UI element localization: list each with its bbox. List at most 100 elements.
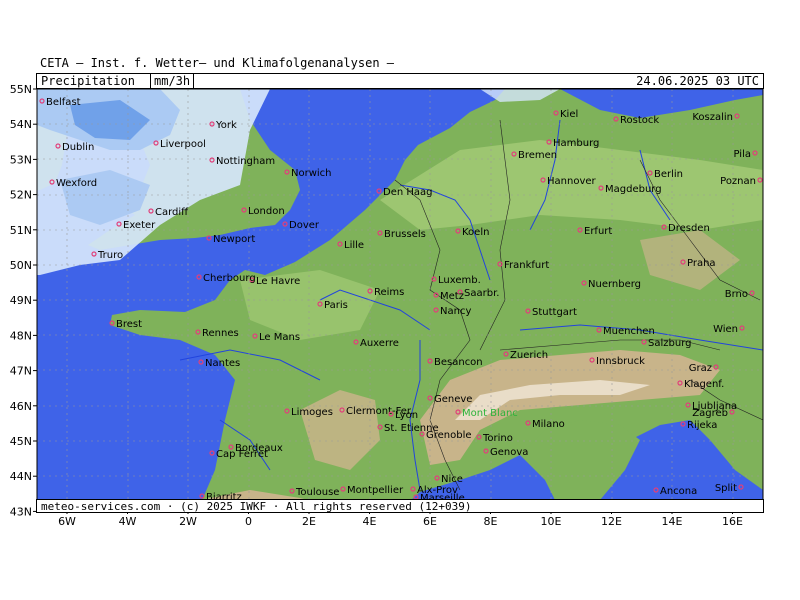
city-marker: Ancona (653, 486, 697, 497)
lon-label: 8E (484, 515, 498, 528)
city-label: Salzburg (648, 338, 691, 349)
city-label: Brno (725, 289, 748, 300)
lat-label: 47N (10, 365, 32, 378)
city-label: Milano (532, 419, 565, 430)
city-label: Montpellier (347, 485, 404, 496)
city-label: Dover (289, 220, 320, 231)
city-label: Graz (689, 363, 712, 374)
city-marker: Norwich (284, 168, 332, 179)
city-marker: Hamburg (546, 138, 599, 149)
city-label: Luxemb. (438, 275, 481, 286)
city-label: Newport (213, 234, 255, 245)
city-marker: Rennes (195, 328, 239, 339)
city-label: Brussels (384, 229, 426, 240)
city-marker: Nuernberg (581, 279, 641, 290)
city-label: Belfast (46, 97, 81, 108)
city-marker: Liverpool (153, 139, 206, 150)
city-label: Torino (482, 433, 513, 444)
city-label: Magdeburg (605, 184, 662, 195)
city-marker: Zuerich (503, 350, 548, 361)
city-label: Muenchen (603, 326, 655, 337)
city-label: Limoges (291, 407, 333, 418)
lat-label: 55N (10, 83, 32, 96)
city-label: Le Havre (256, 276, 300, 287)
city-marker: Nantes (198, 358, 240, 369)
city-marker: Klagenf. (677, 379, 724, 390)
city-label: Klagenf. (684, 379, 724, 390)
lon-label: 6E (423, 515, 437, 528)
city-label: Rostock (620, 115, 659, 126)
city-marker: Salzburg (641, 338, 691, 349)
city-marker: Cherbourg (196, 273, 256, 284)
city-label: Cardiff (155, 207, 189, 218)
city-marker: Koszalin (692, 112, 740, 123)
city-marker: Geneve (427, 394, 472, 405)
city-label: Rennes (202, 328, 239, 339)
city-label: Brest (116, 319, 142, 330)
city-marker: Praha (680, 258, 716, 269)
city-label: Geneve (434, 394, 472, 405)
city-marker: Stuttgart (525, 307, 577, 318)
city-marker: Rostock (613, 115, 659, 126)
city-label: Cap Ferret (216, 449, 268, 460)
city-label: Lille (344, 240, 364, 251)
city-marker: Muenchen (596, 326, 655, 337)
city-marker: Cap Ferret (209, 449, 268, 460)
city-marker: Dover (282, 220, 320, 231)
city-marker: Bremen (511, 150, 557, 161)
lat-label: 49N (10, 294, 32, 307)
lon-label: 6W (58, 515, 76, 528)
city-label: Paris (324, 300, 348, 311)
city-marker: Belfast (39, 97, 81, 108)
city-label: Koeln (462, 227, 489, 238)
city-marker: London (241, 206, 285, 217)
city-marker: Auxerre (353, 338, 399, 349)
city-label: Rijeka (687, 420, 717, 431)
lon-label: 2E (302, 515, 316, 528)
city-marker: Milano (525, 419, 565, 430)
city-label: Truro (97, 250, 123, 261)
city-label: Zagreb (692, 408, 728, 419)
city-label: Berlin (654, 169, 683, 180)
city-label: Wexford (56, 178, 97, 189)
city-marker: Torino (476, 433, 513, 444)
city-label: Nuernberg (588, 279, 641, 290)
city-marker: Innsbruck (589, 356, 645, 367)
city-label: Liverpool (160, 139, 206, 150)
lon-label: 4E (363, 515, 377, 528)
city-marker: Montpellier (340, 485, 404, 496)
city-label: Saarbr. (464, 288, 499, 299)
city-marker: Le Mans (252, 332, 300, 343)
lat-label: 44N (10, 470, 32, 483)
lon-label: 4W (119, 515, 137, 528)
city-label: Zuerich (510, 350, 548, 361)
lat-label: 52N (10, 189, 32, 202)
city-label: Hamburg (553, 138, 599, 149)
city-label: Ancona (660, 486, 697, 497)
city-label: Lyon (395, 410, 418, 421)
city-marker: Newport (206, 234, 255, 245)
city-marker: Poznan (720, 176, 763, 187)
city-marker: Koeln (455, 227, 489, 238)
city-label: Cherbourg (203, 273, 256, 284)
city-label: Hannover (547, 176, 597, 187)
lon-label: 2W (179, 515, 197, 528)
city-label: London (248, 206, 285, 217)
city-label: Exeter (123, 220, 156, 231)
lon-label: 14E (662, 515, 683, 528)
map-canvas: Belfast York Dublin Liverpool Nottingham Wexf… (37, 89, 763, 510)
city-label: Kiel (560, 109, 578, 120)
city-marker: Luxemb. (431, 275, 481, 286)
city-label: York (215, 120, 237, 131)
city-marker: Rijeka (680, 420, 717, 431)
city-marker: Brussels (377, 229, 426, 240)
city-marker: Toulouse (289, 487, 339, 498)
city-label: Erfurt (584, 226, 612, 237)
city-label: Praha (687, 258, 716, 269)
city-label: Reims (374, 287, 404, 298)
lon-label: 16E (722, 515, 743, 528)
city-marker: Cardiff (148, 207, 189, 218)
city-label: Frankfurt (504, 260, 549, 271)
city-marker: Dublin (55, 142, 94, 153)
city-marker: Frankfurt (497, 260, 549, 271)
